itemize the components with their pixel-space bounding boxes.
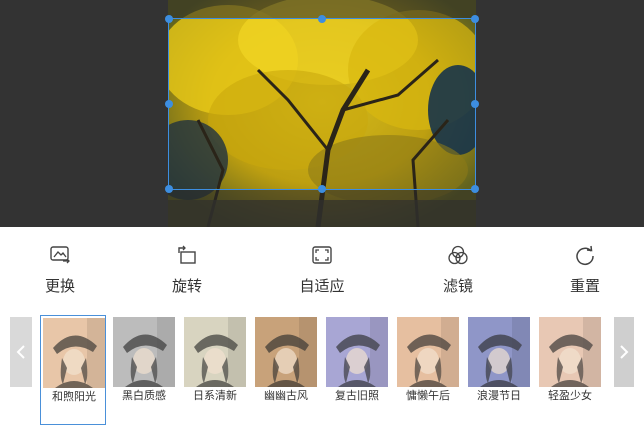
crop-mask-bottom	[168, 189, 476, 227]
filter-item[interactable]: 慵懒午后	[395, 315, 461, 425]
filter-label: 滤镜	[442, 277, 473, 295]
filter-name: 浪漫节日	[477, 389, 521, 402]
reset-label: 重置	[569, 277, 600, 295]
reset-button[interactable]: 重置	[540, 245, 630, 296]
filter-thumbnail	[113, 317, 175, 387]
crop-handle-top-right[interactable]	[471, 15, 479, 23]
filter-button[interactable]: 滤镜	[413, 245, 503, 296]
filter-thumbnail	[468, 317, 530, 387]
chevron-left-icon	[16, 345, 25, 359]
crop-handle-right[interactable]	[471, 100, 479, 108]
filter-item[interactable]: 轻盈少女	[537, 315, 603, 425]
edit-toolbar: 更换 旋转 自适应 滤镜 重置	[0, 227, 644, 307]
fit-button[interactable]: 自适应	[277, 245, 367, 296]
filter-strip: 和煦阳光 黑白质感 日系清新 幽幽古风 复古旧照 慵懒午后 浪漫节日 轻盈少女	[0, 315, 644, 434]
crop-frame[interactable]	[165, 15, 479, 193]
filter-name: 复古旧照	[335, 389, 379, 402]
crop-handle-bottom[interactable]	[318, 185, 326, 193]
filter-name: 和煦阳光	[52, 390, 96, 403]
filter-item[interactable]: 和煦阳光	[40, 315, 106, 425]
filter-thumbnail	[184, 317, 246, 387]
replace-image-icon	[15, 245, 105, 273]
filter-item[interactable]: 浪漫节日	[466, 315, 532, 425]
filter-thumbnail	[43, 318, 105, 388]
filter-name: 幽幽古风	[264, 389, 308, 402]
filter-name: 日系清新	[193, 389, 237, 402]
crop-handle-bottom-right[interactable]	[471, 185, 479, 193]
replace-button[interactable]: 更换	[15, 245, 105, 296]
replace-label: 更换	[44, 277, 75, 295]
filter-item[interactable]: 幽幽古风	[253, 315, 319, 425]
crop-handle-bottom-left[interactable]	[165, 185, 173, 193]
rotate-icon	[142, 245, 232, 273]
filter-item[interactable]: 复古旧照	[324, 315, 390, 425]
scroll-right-button[interactable]	[614, 317, 634, 387]
crop-handle-top[interactable]	[318, 15, 326, 23]
reset-icon	[540, 245, 630, 273]
filter-thumbnail	[539, 317, 601, 387]
filter-icon	[413, 245, 503, 273]
filter-name: 黑白质感	[122, 389, 166, 402]
image-canvas	[0, 0, 644, 227]
scroll-left-button[interactable]	[10, 317, 32, 387]
fit-icon	[277, 245, 367, 273]
filter-name: 轻盈少女	[548, 389, 592, 402]
fit-label: 自适应	[299, 277, 345, 295]
rotate-button[interactable]: 旋转	[142, 245, 232, 296]
filter-item[interactable]: 日系清新	[182, 315, 248, 425]
chevron-right-icon	[620, 345, 629, 359]
filter-thumbnail	[326, 317, 388, 387]
filter-thumbnail	[397, 317, 459, 387]
crop-handle-left[interactable]	[165, 100, 173, 108]
rotate-label: 旋转	[171, 277, 202, 295]
filter-item[interactable]: 黑白质感	[111, 315, 177, 425]
filter-thumbnail	[255, 317, 317, 387]
filter-name: 慵懒午后	[406, 389, 450, 402]
crop-handle-top-left[interactable]	[165, 15, 173, 23]
